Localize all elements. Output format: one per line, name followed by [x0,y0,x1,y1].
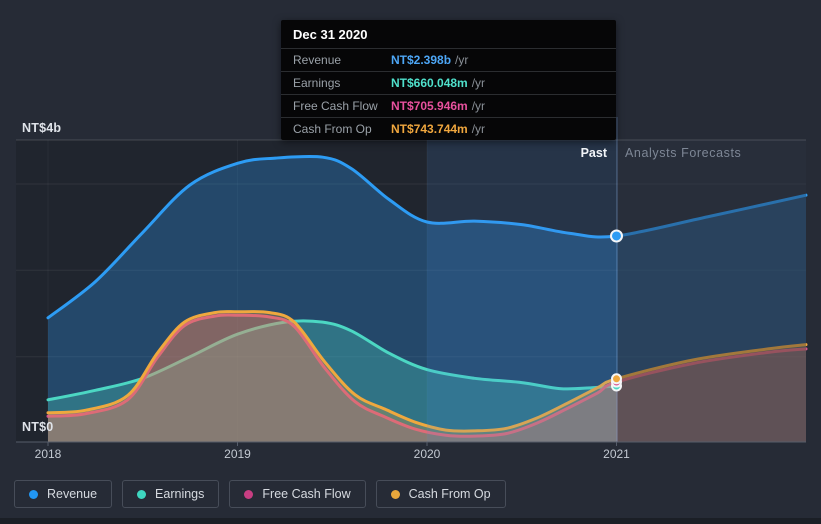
x-tick-label-2020: 2020 [413,447,441,461]
legend-fcf-label: Free Cash Flow [262,487,351,501]
legend-toggle-revenue[interactable]: Revenue [14,480,113,508]
tooltip-revenue-unit: /yr [455,53,469,67]
earnings-dot-icon [137,489,147,499]
page-section-divider [0,518,821,524]
tooltip-cashop-value: NT$743.744m [391,122,468,136]
y-axis-max-label: NT$4b [22,121,62,135]
legend-cashop-label: Cash From Op [408,487,491,501]
tooltip-earnings-value: NT$660.048m [391,76,468,90]
tooltip-revenue-value: NT$2.398b [391,53,452,67]
past-section-label: Past [580,146,607,160]
tooltip-fcf-value: NT$705.946m [391,99,468,113]
tooltip-earnings-label: Earnings [293,76,341,90]
legend-toggle-free-cash-flow[interactable]: Free Cash Flow [229,480,366,508]
tooltip-date: Dec 31 2020 [293,27,368,42]
tooltip-revenue-label: Revenue [293,53,342,67]
legend-toggle-cash-from-op[interactable]: Cash From Op [375,480,506,508]
x-tick-label-2018: 2018 [34,447,62,461]
chart-legend: Revenue Earnings Free Cash Flow Cash Fro… [14,480,506,508]
analysts-forecasts-section-label: Analysts Forecasts [625,146,742,160]
forecast-mute-overlay [617,140,806,442]
tooltip-fcf-unit: /yr [471,99,486,113]
tooltip-cashop-label: Cash From Op [293,122,372,136]
legend-revenue-label: Revenue [47,487,98,501]
earnings-revenue-history-chart: NT$4b NT$0 Past Analysts Forecasts 2018 2… [0,0,821,524]
legend-toggle-earnings[interactable]: Earnings [122,480,220,508]
cash-from-op-dot-icon [390,489,400,499]
revenue-marker-dot [610,229,623,243]
tooltip-earnings-unit: /yr [471,76,486,90]
hover-highlight-band [427,140,617,442]
revenue-dot-icon [29,489,38,499]
y-axis-min-label: NT$0 [22,420,54,434]
cash-from-op-marker-dot [611,373,622,385]
x-tick-label-2021: 2021 [603,447,630,461]
tooltip-fcf-label: Free Cash Flow [293,99,378,113]
free-cash-flow-dot-icon [244,489,254,499]
legend-earnings-label: Earnings [155,487,205,501]
tooltip-row-revenue: Revenue NT$2.398b /yr [281,48,616,71]
tooltip-row-free-cash-flow: Free Cash Flow NT$705.946m /yr [281,94,616,117]
x-tick-label-2019: 2019 [224,447,251,461]
tooltip-cashop-unit: /yr [471,122,486,136]
tooltip-row-earnings: Earnings NT$660.048m /yr [281,71,616,94]
tooltip-row-cash-from-op: Cash From Op NT$743.744m /yr [281,117,616,140]
chart-tooltip: Dec 31 2020 Revenue NT$2.398b /yr Earnin… [281,20,616,140]
